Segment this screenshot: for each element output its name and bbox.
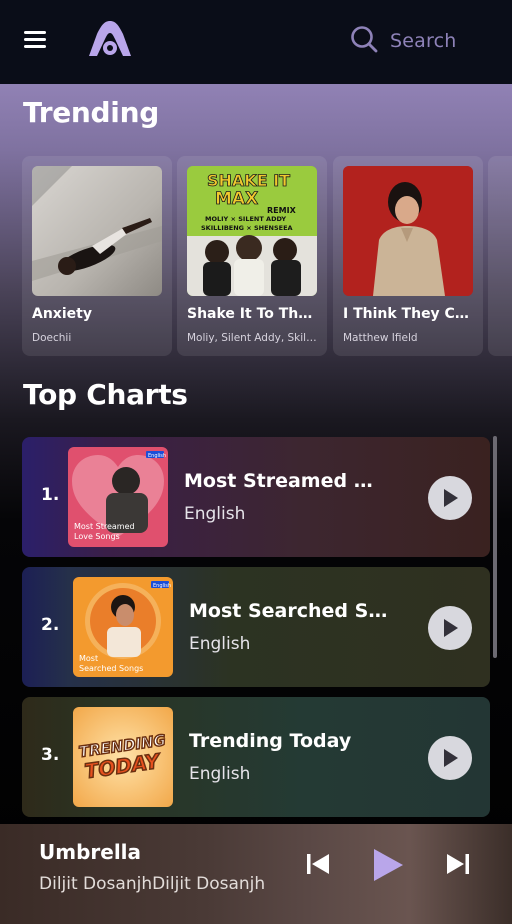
chart-title: Most Searched Songs	[189, 600, 389, 622]
track-title: Shake It To The Max (Fly) Remix	[187, 306, 319, 322]
cover-line: Searched Songs	[79, 664, 143, 673]
search-button[interactable]: Search	[350, 26, 456, 56]
play-icon	[444, 489, 458, 507]
chart-item[interactable]: 1. English Most Streamed Love Songs Most…	[22, 437, 490, 557]
menu-icon[interactable]	[24, 31, 46, 49]
search-icon	[350, 25, 378, 57]
trending-card[interactable]: SHAKE IT MAX REMIX MOLIY × SILENT ADDY S…	[177, 156, 327, 356]
chart-cover: English Most Searched Songs	[73, 577, 173, 677]
previous-button[interactable]	[306, 852, 330, 880]
track-artist: Doechii	[32, 332, 72, 344]
play-button[interactable]	[428, 606, 472, 650]
app-logo[interactable]	[86, 18, 134, 60]
cover-line: SHAKE IT	[207, 171, 290, 190]
skip-previous-icon	[307, 854, 329, 874]
now-playing-artist: Diljit DosanjhDiljit Dosanjh	[39, 874, 266, 894]
skip-next-icon	[447, 854, 469, 874]
scrollbar[interactable]	[493, 436, 497, 658]
chart-title: Trending Today	[189, 730, 352, 752]
next-button[interactable]	[446, 852, 470, 880]
trending-card[interactable]: I Think They Call This Love Matthew Ifie…	[333, 156, 483, 356]
play-button[interactable]	[428, 736, 472, 780]
track-title: I Think They Call This Love	[343, 306, 475, 322]
cover-badge: English	[153, 583, 171, 589]
top-charts-title: Top Charts	[23, 378, 188, 411]
cover-line: Love Songs	[74, 532, 120, 541]
chart-cover: English Most Streamed Love Songs	[68, 447, 168, 547]
chart-language: English	[189, 764, 251, 784]
chart-rank: 3.	[41, 745, 60, 765]
cover-line: MOLIY × SILENT ADDY	[205, 215, 286, 223]
play-icon	[444, 619, 458, 637]
chart-item[interactable]: 2. English Most Searched Songs Most Sear…	[22, 567, 490, 687]
trending-list: Anxiety Doechii SHAKE IT MAX REMIX MOLIY…	[22, 156, 512, 356]
app-root: Search Trending Anxiety Doechii SHAKE IT…	[0, 0, 512, 924]
track-artist: Matthew Ifield	[343, 332, 418, 344]
search-label: Search	[390, 30, 457, 52]
trending-card[interactable]	[488, 156, 512, 356]
chart-language: English	[189, 634, 251, 654]
cover-line: Most	[79, 654, 98, 663]
now-playing-bar: Umbrella Diljit DosanjhDiljit Dosanjh	[0, 824, 512, 924]
cover-line: REMIX	[267, 206, 297, 215]
trending-card[interactable]: Anxiety Doechii	[22, 156, 172, 356]
top-bar: Search	[0, 0, 512, 84]
chart-language: English	[184, 504, 246, 524]
album-cover	[32, 166, 162, 296]
chart-cover: TRENDING TODAY	[73, 707, 173, 807]
play-icon	[444, 749, 458, 767]
cover-line: SKILLIBENG × SHENSEEA	[201, 224, 293, 232]
play-button[interactable]	[428, 476, 472, 520]
track-title: Anxiety	[32, 306, 92, 322]
cover-line: MAX	[215, 189, 258, 209]
chart-rank: 2.	[41, 615, 60, 635]
cover-badge: English	[148, 453, 166, 459]
play-pause-button[interactable]	[372, 848, 404, 886]
chart-title: Most Streamed Love Songs	[184, 470, 384, 492]
chart-rank: 1.	[41, 485, 60, 505]
now-playing-title: Umbrella	[39, 840, 142, 864]
track-artist: Moliy, Silent Addy, Skillibeng, Shenseea	[187, 332, 319, 344]
album-cover: SHAKE IT MAX REMIX MOLIY × SILENT ADDY S…	[187, 166, 317, 296]
trending-title: Trending	[23, 96, 159, 129]
cover-line: Most Streamed	[74, 522, 135, 531]
play-icon	[374, 849, 403, 881]
chart-item[interactable]: 3. TRENDING TODAY Trending Today English	[22, 697, 490, 817]
album-cover	[343, 166, 473, 296]
